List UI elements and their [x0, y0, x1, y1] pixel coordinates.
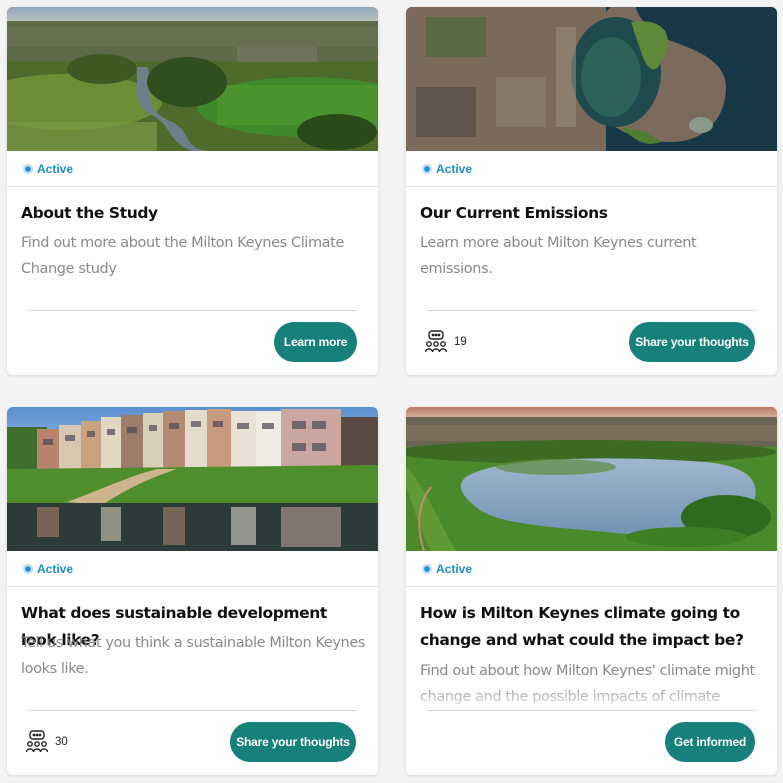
divider [28, 710, 357, 711]
card-description: Find out more about the Milton Keynes Cl… [21, 235, 344, 277]
card-current-emissions[interactable]: Active Our Current Emissions Learn more … [406, 7, 777, 375]
card-description: Tell us what you think a sustainable Mil… [21, 635, 366, 677]
comments-count: 19 [425, 329, 467, 355]
status-dot-icon [23, 564, 33, 574]
comment-count: 30 [55, 736, 68, 748]
people-discussion-icon [425, 330, 447, 354]
status-dot-icon [422, 164, 432, 174]
divider [427, 310, 756, 311]
description-fade [420, 684, 765, 710]
share-thoughts-button[interactable]: Share your thoughts [629, 322, 755, 362]
divider [28, 310, 357, 311]
card-climate-change-impact[interactable]: Active How is Milton Keynes climate goin… [406, 407, 777, 775]
card-image-waterfront-houses [7, 407, 378, 551]
status-dot-icon [23, 164, 33, 174]
card-title[interactable]: How is Milton Keynes climate going to ch… [420, 600, 765, 654]
status-row: Active [7, 151, 378, 187]
comment-count: 19 [454, 336, 467, 348]
comments-count: 30 [26, 729, 68, 755]
status-row: Active [7, 551, 378, 587]
status-label: Active [37, 162, 74, 176]
get-informed-button[interactable]: Get informed [665, 722, 755, 762]
status-label: Active [37, 562, 74, 576]
card-image-aerial-lake-housing [406, 7, 777, 151]
status-row: Active [406, 151, 777, 187]
learn-more-button[interactable]: Learn more [274, 322, 357, 362]
divider [427, 710, 756, 711]
card-image-lake-sunset [406, 407, 777, 551]
card-title[interactable]: About the Study [21, 200, 366, 227]
status-dot-icon [422, 564, 432, 574]
status-row: Active [406, 551, 777, 587]
card-description: Learn more about Milton Keynes current e… [420, 235, 697, 277]
card-image-aerial-parkland [7, 7, 378, 151]
status-label: Active [436, 562, 473, 576]
share-thoughts-button[interactable]: Share your thoughts [230, 722, 356, 762]
card-sustainable-development[interactable]: Active What does sustainable development… [7, 407, 378, 775]
status-label: Active [436, 162, 473, 176]
card-title[interactable]: Our Current Emissions [420, 200, 765, 227]
people-discussion-icon [26, 730, 48, 754]
card-about-study[interactable]: Active About the Study Find out more abo… [7, 7, 378, 375]
